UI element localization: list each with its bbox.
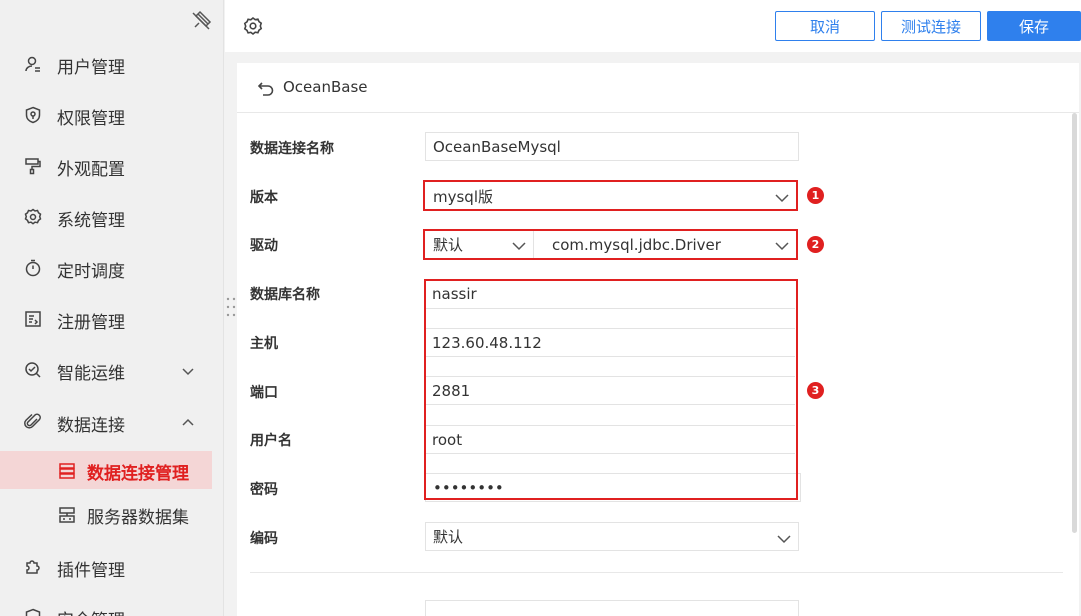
encoding-select-value: 默认 bbox=[433, 528, 464, 546]
register-icon bbox=[24, 310, 42, 328]
sidebar-subitem-data-connection-management[interactable]: 数据连接管理 bbox=[0, 451, 212, 489]
sidebar-subitem-label: 服务器数据集 bbox=[87, 508, 189, 528]
highlight-box-connection-details bbox=[424, 279, 798, 500]
sidebar-item-plugin-management[interactable]: 插件管理 bbox=[0, 547, 212, 587]
save-button[interactable]: 保存 bbox=[987, 11, 1081, 41]
top-toolbar: 取消 测试连接 保存 bbox=[225, 0, 1081, 52]
card-header: OceanBase bbox=[237, 63, 1079, 113]
step-badge-1: 1 bbox=[807, 187, 824, 204]
settings-gear-icon[interactable] bbox=[243, 16, 263, 36]
sidebar-item-appearance[interactable]: 外观配置 bbox=[0, 146, 212, 186]
sidebar-item-label: 用户管理 bbox=[57, 58, 125, 78]
puzzle-icon bbox=[24, 558, 42, 576]
sidebar-item-label: 智能运维 bbox=[57, 364, 125, 384]
sidebar-subitem-server-dataset[interactable]: 服务器数据集 bbox=[0, 495, 212, 533]
field-label: 数据库名称 bbox=[250, 287, 320, 303]
highlight-box-version bbox=[423, 180, 798, 211]
collapse-sidebar-icon[interactable] bbox=[190, 10, 212, 32]
gear-icon bbox=[24, 208, 42, 226]
field-label: 编码 bbox=[250, 531, 278, 547]
step-badge-2: 2 bbox=[807, 236, 824, 253]
sidebar-item-label: 外观配置 bbox=[57, 160, 125, 180]
field-label: 端口 bbox=[250, 385, 278, 401]
step-badge-3: 3 bbox=[807, 382, 824, 399]
user-icon bbox=[24, 55, 42, 73]
chevron-up-icon bbox=[180, 415, 196, 431]
sidebar-item-label: 数据连接 bbox=[57, 416, 125, 436]
sidebar-item-permission-management[interactable]: 权限管理 bbox=[0, 95, 212, 135]
test-connection-button[interactable]: 测试连接 bbox=[881, 11, 981, 41]
cancel-button[interactable]: 取消 bbox=[775, 11, 875, 41]
sidebar-item-label: 安全管理 bbox=[57, 606, 125, 616]
sidebar-item-label: 注册管理 bbox=[57, 313, 125, 333]
shield-lock-icon bbox=[24, 608, 42, 616]
chevron-down-icon bbox=[777, 531, 791, 544]
connection-type-title: OceanBase bbox=[283, 78, 368, 96]
chevron-down-icon bbox=[180, 363, 196, 379]
sidebar: 用户管理 权限管理 外观配置 系统管理 定时调度 注册管理 智能运维 数据连接 … bbox=[0, 0, 224, 616]
sidebar-item-label: 系统管理 bbox=[57, 211, 125, 231]
ops-icon bbox=[24, 361, 42, 379]
sidebar-item-security-management[interactable]: 安全管理 bbox=[0, 597, 212, 616]
field-label: 数据连接名称 bbox=[250, 141, 334, 157]
timer-icon bbox=[24, 259, 42, 277]
shield-icon bbox=[24, 106, 42, 124]
paint-roller-icon bbox=[24, 157, 42, 175]
sidebar-item-system-management[interactable]: 系统管理 bbox=[0, 197, 212, 237]
field-label: 驱动 bbox=[250, 238, 278, 254]
sidebar-item-user-management[interactable]: 用户管理 bbox=[0, 44, 212, 84]
sidebar-item-label: 定时调度 bbox=[57, 262, 125, 282]
sidebar-item-label: 权限管理 bbox=[57, 109, 125, 129]
field-label: 版本 bbox=[250, 190, 278, 206]
back-arrow-icon[interactable] bbox=[257, 79, 275, 97]
highlight-box-driver bbox=[423, 229, 798, 260]
encoding-select[interactable]: 默认 bbox=[425, 522, 799, 551]
form-divider bbox=[250, 572, 1063, 573]
sidebar-item-registration[interactable]: 注册管理 bbox=[0, 299, 212, 339]
sidebar-subitem-label: 数据连接管理 bbox=[87, 464, 189, 484]
field-label: 用户名 bbox=[250, 433, 292, 449]
database-icon bbox=[58, 462, 76, 480]
form-scrollbar[interactable] bbox=[1072, 113, 1077, 533]
sidebar-item-data-connection[interactable]: 数据连接 bbox=[0, 402, 212, 442]
sidebar-item-label: 插件管理 bbox=[57, 561, 125, 581]
sidebar-item-scheduling[interactable]: 定时调度 bbox=[0, 248, 212, 288]
next-field-input[interactable] bbox=[425, 600, 799, 616]
connection-name-input[interactable]: OceanBaseMysql bbox=[425, 132, 799, 161]
server-dataset-icon bbox=[58, 506, 76, 524]
resize-handle-icon[interactable] bbox=[225, 296, 237, 318]
field-label: 密码 bbox=[250, 482, 278, 498]
sidebar-item-smart-ops[interactable]: 智能运维 bbox=[0, 350, 212, 390]
field-label: 主机 bbox=[250, 336, 278, 352]
paperclip-icon bbox=[24, 413, 42, 431]
